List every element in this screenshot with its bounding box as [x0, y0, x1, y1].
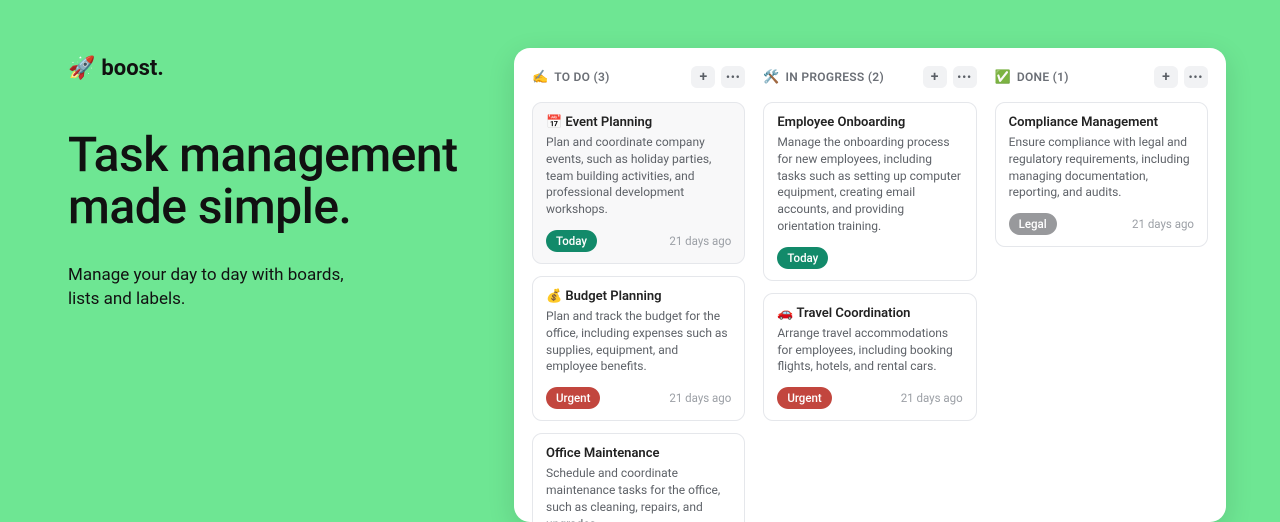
card-age: 21 days ago — [669, 234, 731, 248]
card-footer: Urgent 21 days ago — [546, 387, 731, 409]
card-title-text: Budget Planning — [565, 289, 661, 304]
card-description: Ensure compliance with legal and regulat… — [1009, 134, 1194, 201]
brand: 🚀 boost. — [68, 56, 468, 81]
column-emoji-icon: ✍️ — [532, 70, 548, 85]
task-card[interactable]: 💰 Budget Planning Plan and track the budg… — [532, 276, 745, 421]
column-title: TO DO (3) — [554, 70, 609, 84]
card-description: Schedule and coordinate maintenance task… — [546, 465, 731, 522]
card-title-text: Compliance Management — [1009, 115, 1158, 130]
card-title-text: Travel Coordination — [796, 306, 910, 321]
card-age: 21 days ago — [669, 391, 731, 405]
card-title-text: Event Planning — [565, 115, 652, 130]
task-card[interactable]: Employee Onboarding Manage the onboarding… — [763, 102, 976, 281]
card-title: Compliance Management — [1009, 115, 1194, 130]
rocket-icon: 🚀 — [68, 56, 95, 81]
task-card[interactable]: 🚗 Travel Coordination Arrange travel acco… — [763, 293, 976, 421]
column-emoji-icon: 🛠️ — [763, 70, 779, 85]
card-title-text: Employee Onboarding — [777, 115, 905, 130]
card-title: 📅 Event Planning — [546, 115, 731, 130]
task-card[interactable]: Compliance Management Ensure compliance w… — [995, 102, 1208, 247]
card-title: Employee Onboarding — [777, 115, 962, 130]
card-emoji-icon: 🚗 — [777, 306, 796, 321]
task-card[interactable]: 📅 Event Planning Plan and coordinate comp… — [532, 102, 745, 264]
column-menu-button[interactable]: ••• — [1184, 66, 1208, 88]
column-emoji-icon: ✅ — [995, 70, 1011, 85]
card-emoji-icon: 💰 — [546, 289, 565, 304]
column-header: 🛠️ IN PROGRESS (2) + ••• — [763, 66, 976, 88]
tag-pill[interactable]: Today — [777, 247, 828, 269]
card-description: Arrange travel accommodations for employ… — [777, 325, 962, 375]
column-1: 🛠️ IN PROGRESS (2) + ••• Employee Onboarding… — [763, 66, 976, 522]
column-title: IN PROGRESS (2) — [786, 70, 884, 84]
hero-title: Task management made simple. — [68, 129, 468, 233]
card-title: Office Maintenance — [546, 446, 731, 461]
task-card[interactable]: Office Maintenance Schedule and coordinat… — [532, 433, 745, 522]
brand-text: boost. — [101, 56, 163, 81]
column-2: ✅ DONE (1) + ••• Compliance Management Ensure… — [995, 66, 1208, 522]
tag-pill[interactable]: Urgent — [777, 387, 831, 409]
card-description: Plan and track the budget for the office… — [546, 308, 731, 375]
column-0: ✍️ TO DO (3) + ••• 📅 Event Planning Plan and … — [532, 66, 745, 522]
column-header: ✍️ TO DO (3) + ••• — [532, 66, 745, 88]
tag-pill[interactable]: Legal — [1009, 213, 1057, 235]
card-footer: Today 21 days ago — [546, 230, 731, 252]
card-footer: Urgent 21 days ago — [777, 387, 962, 409]
card-title: 🚗 Travel Coordination — [777, 306, 962, 321]
card-emoji-icon: 📅 — [546, 115, 565, 130]
card-footer: Legal 21 days ago — [1009, 213, 1194, 235]
card-age: 21 days ago — [901, 391, 963, 405]
card-age: 21 days ago — [1132, 217, 1194, 231]
add-card-button[interactable]: + — [1154, 66, 1178, 88]
card-description: Plan and coordinate company events, such… — [546, 134, 731, 218]
card-description: Manage the onboarding process for new em… — [777, 134, 962, 235]
hero-subtitle: Manage your day to day with boards, list… — [68, 263, 368, 312]
card-footer: Today — [777, 247, 962, 269]
add-card-button[interactable]: + — [923, 66, 947, 88]
column-header: ✅ DONE (1) + ••• — [995, 66, 1208, 88]
card-title-text: Office Maintenance — [546, 446, 659, 461]
column-title: DONE (1) — [1017, 70, 1069, 84]
tag-pill[interactable]: Today — [546, 230, 597, 252]
card-title: 💰 Budget Planning — [546, 289, 731, 304]
add-card-button[interactable]: + — [691, 66, 715, 88]
column-menu-button[interactable]: ••• — [721, 66, 745, 88]
kanban-board: ✍️ TO DO (3) + ••• 📅 Event Planning Plan and … — [514, 48, 1226, 522]
column-menu-button[interactable]: ••• — [953, 66, 977, 88]
tag-pill[interactable]: Urgent — [546, 387, 600, 409]
